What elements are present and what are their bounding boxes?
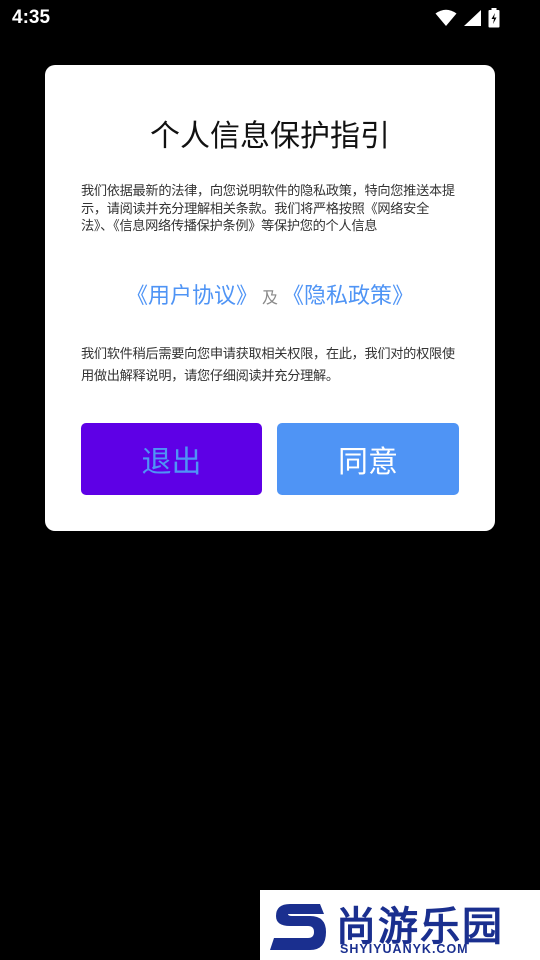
privacy-dialog: 个人信息保护指引 我们依据最新的法律，向您说明软件的隐私政策，特向您推送本提示，… xyxy=(45,65,495,531)
user-agreement-link[interactable]: 《用户协议》 xyxy=(126,284,258,309)
watermark-logo-icon xyxy=(270,904,326,950)
permission-notice-text: 我们软件稍后需要向您申请获取相关权限，在此，我们对的权限使用做出解释说明，请您仔… xyxy=(81,347,455,384)
status-icons xyxy=(435,8,500,28)
wifi-icon xyxy=(435,9,457,26)
exit-button[interactable]: 退出 xyxy=(81,423,262,495)
signal-icon xyxy=(464,10,481,26)
links-separator: 及 xyxy=(261,288,278,307)
dialog-title: 个人信息保护指引 xyxy=(150,119,390,154)
agreement-links: 《用户协议》及《隐私政策》 xyxy=(45,278,495,310)
status-time: 4:35 xyxy=(12,7,51,28)
status-bar: 4:35 xyxy=(0,0,540,38)
agree-button[interactable]: 同意 xyxy=(277,423,459,495)
watermark-domain: SHYIYUANYK.COM xyxy=(340,942,469,956)
battery-charging-icon xyxy=(488,8,500,28)
watermark: 尚游乐园 SHYIYUANYK.COM xyxy=(260,890,540,960)
privacy-notice-text: 我们依据最新的法律，向您说明软件的隐私政策，特向您推送本提示，请阅读并充分理解相… xyxy=(81,184,455,234)
privacy-policy-link[interactable]: 《隐私政策》 xyxy=(282,284,414,309)
